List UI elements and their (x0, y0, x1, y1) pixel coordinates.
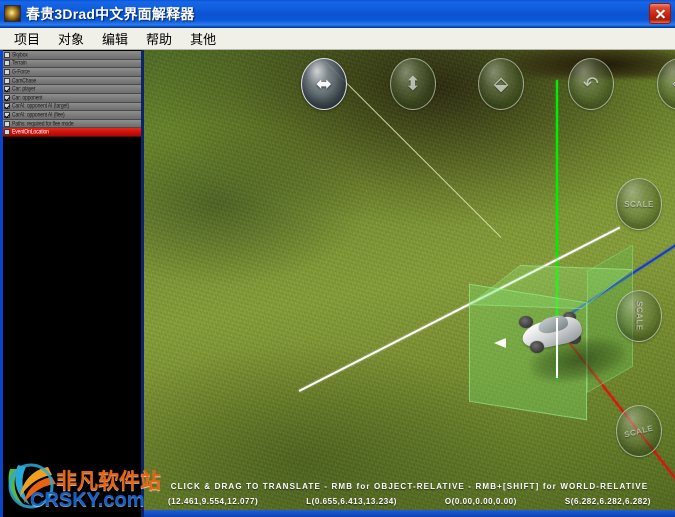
translate-y-tool[interactable]: ⬍ (390, 58, 436, 110)
menu-item-help[interactable]: 帮助 (137, 27, 181, 51)
object-visibility-checkbox[interactable] (4, 94, 10, 101)
object-list[interactable]: Skybox Terrain G-Force CamChase Car: player C… (3, 50, 141, 137)
bbox-face-top (469, 265, 633, 310)
object-visibility-checkbox[interactable] (4, 60, 10, 67)
object-list-item[interactable]: Car: opponent (3, 93, 141, 103)
title-bar: 春贵3Drad中文界面解释器 (0, 0, 675, 28)
car-wheel (519, 316, 533, 328)
car-model[interactable] (516, 312, 590, 356)
selection-bounding-box (469, 244, 637, 421)
object-visibility-checkbox[interactable] (4, 129, 10, 136)
bbox-face-front (469, 283, 587, 421)
menu-bar: 项目 对象 编辑 帮助 其他 (0, 28, 675, 50)
rotate-x-tool[interactable]: ↶ (568, 58, 614, 110)
axis-line-y-white (556, 318, 558, 378)
rotate-x-tool-glyph-icon: ↶ (583, 73, 599, 95)
scale-y-button-label: SCALE (634, 301, 644, 331)
axis-line-y (556, 80, 558, 380)
object-list-item[interactable]: Paths: required for flee mode (3, 119, 141, 129)
object-list-item-label: Car: opponent (12, 94, 43, 102)
axis-line-z (555, 142, 675, 324)
object-list-item-label: CarAI: opponent AI (flee) (12, 111, 65, 119)
menu-item-object[interactable]: 对象 (49, 27, 93, 51)
object-list-item-label: Skybox (12, 51, 28, 59)
translate-y-tool-glyph-icon: ⬍ (405, 73, 421, 95)
object-list-item-label: G-Force (12, 68, 30, 76)
menu-item-project[interactable]: 项目 (5, 27, 49, 51)
translate-x-tool[interactable]: ⬌ (301, 58, 347, 110)
object-visibility-checkbox[interactable] (4, 111, 10, 118)
car-wheel (568, 332, 581, 344)
object-visibility-checkbox[interactable] (4, 68, 10, 75)
object-visibility-checkbox[interactable] (4, 120, 10, 127)
car-shadow (527, 331, 629, 389)
translate-z-tool-glyph-icon: ⬙ (493, 73, 509, 95)
object-list-item[interactable]: CarAI: opponent AI (target) (3, 102, 141, 112)
object-list-item-label: CamChase (12, 76, 37, 85)
object-list-item[interactable]: Terrain (3, 59, 141, 69)
object-list-item-label: CarAI: opponent AI (target) (12, 102, 70, 111)
axis-line-x-white (298, 226, 621, 392)
translate-z-tool[interactable]: ⬙ (478, 58, 524, 110)
menu-item-edit[interactable]: 编辑 (93, 27, 137, 51)
object-list-item-label: Paths: required for flee mode (12, 119, 74, 128)
terrain-texture (144, 50, 675, 517)
object-list-item-label: Car: player (12, 85, 36, 93)
close-button[interactable] (649, 3, 671, 24)
object-panel: Skybox Terrain G-Force CamChase Car: player C… (0, 50, 141, 517)
object-visibility-checkbox[interactable] (4, 77, 10, 84)
scale-uniform-button-label: SCALE (623, 423, 655, 439)
car-wheel (563, 312, 576, 323)
rotate-y-tool[interactable]: ⇦ (657, 58, 675, 110)
direction-marker-icon (494, 338, 506, 348)
object-list-item[interactable]: CamChase (3, 76, 141, 86)
window-title: 春贵3Drad中文界面解释器 (26, 5, 195, 22)
object-visibility-checkbox[interactable] (4, 103, 10, 110)
scale-x-button[interactable]: SCALE (616, 178, 662, 230)
car-body (519, 314, 585, 352)
object-list-item[interactable]: Skybox (3, 51, 141, 60)
scale-y-button[interactable]: SCALE (616, 290, 662, 342)
car-cabin (536, 313, 570, 336)
object-list-item[interactable]: Car: player (3, 85, 141, 94)
object-list-item-label: Terrain (12, 59, 27, 68)
translate-x-tool-glyph-icon: ⬌ (316, 73, 332, 95)
menu-item-other[interactable]: 其他 (181, 27, 225, 51)
application-window: 春贵3Drad中文界面解释器 项目 对象 编辑 帮助 其他 Skybox Terr… (0, 0, 675, 517)
object-list-item-label: EventOnLocation (12, 128, 49, 136)
object-list-item[interactable]: G-Force (3, 68, 141, 77)
object-visibility-checkbox[interactable] (4, 51, 10, 58)
car-wheel (530, 341, 544, 353)
viewport-3d[interactable]: ⬌⬍⬙↶⇦↷ SCALESCALESCALE (144, 50, 675, 517)
window-controls (649, 3, 671, 24)
scale-x-button-label: SCALE (624, 199, 654, 209)
object-list-item[interactable]: CarAI: opponent AI (flee) (3, 111, 141, 120)
scale-uniform-button[interactable]: SCALE (616, 405, 662, 457)
app-icon (4, 5, 21, 22)
object-list-item[interactable]: EventOnLocation (3, 128, 141, 137)
object-visibility-checkbox[interactable] (4, 86, 10, 93)
